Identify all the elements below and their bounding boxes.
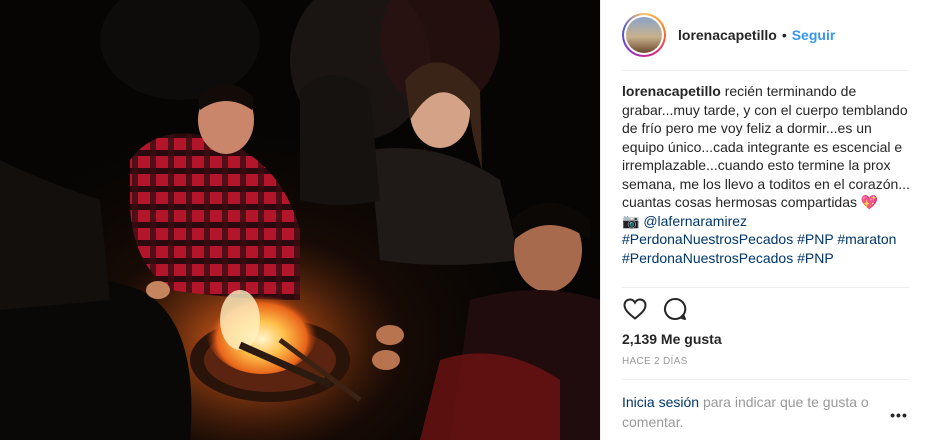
separator-dot: • [781,27,787,43]
divider [622,379,910,380]
action-bar [622,296,702,322]
post-header: lorenacapetillo • Seguir [601,0,929,70]
login-prompt: Inicia sesión para indicar que te gusta … [622,392,887,432]
post-side-panel: lorenacapetillo • Seguir lorenacapetillo… [600,0,929,440]
login-link[interactable]: Inicia sesión [622,394,699,410]
caption-line2: cuantas cosas hermosas compartidas [622,194,857,210]
more-options-icon[interactable]: ••• [890,407,907,423]
username-link[interactable]: lorenacapetillo [678,27,777,43]
post-time: HACE 2 DÍAS [622,356,688,367]
caption-username[interactable]: lorenacapetillo [622,83,721,99]
mention-link[interactable]: @lafernaramirez [643,213,747,229]
camera-emoji: 📷 [622,212,640,229]
likes-count[interactable]: 2,139 Me gusta [622,331,722,347]
heart-emoji: 💖 [860,194,879,210]
follow-button[interactable]: Seguir [792,27,836,43]
caption-text: recién terminando de grabar...muy tarde,… [622,83,910,192]
hashtags-cut-link[interactable]: #PerdonaNuestrosPecados #PNP [622,250,834,266]
post-photo[interactable] [0,0,600,440]
comment-bubble-icon[interactable] [662,296,688,322]
avatar-story-ring[interactable] [622,13,666,57]
divider [622,287,910,288]
heart-outline-icon[interactable] [622,296,648,322]
divider [622,70,910,71]
caption: lorenacapetillo recién terminando de gra… [622,82,912,286]
avatar[interactable] [626,17,662,53]
header-text: lorenacapetillo • Seguir [678,27,835,43]
campfire-photo [0,0,600,440]
hashtags-link[interactable]: #PerdonaNuestrosPecados #PNP #maraton [622,231,896,247]
